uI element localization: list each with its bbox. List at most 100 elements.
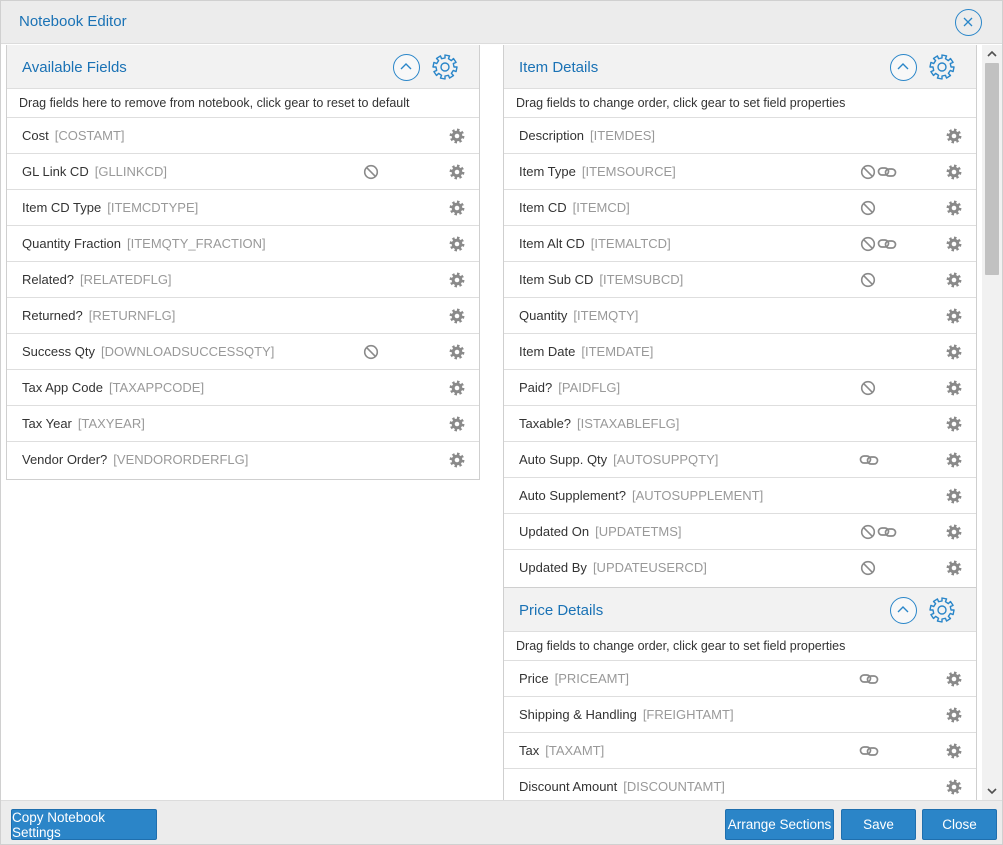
gear-icon[interactable] (946, 779, 962, 795)
vertical-scrollbar[interactable] (982, 45, 1002, 800)
field-code: [DISCOUNTAMT] (623, 779, 725, 794)
field-name: Item Date (519, 344, 576, 359)
field-row[interactable]: Updated On [UPDATETMS] (504, 514, 976, 550)
field-row[interactable]: Returned? [RETURNFLG] (7, 298, 479, 334)
field-code: [PAIDFLG] (558, 380, 621, 395)
field-row[interactable]: Paid? [PAIDFLG] (504, 370, 976, 406)
field-label: Tax [TAXAMT] (519, 743, 604, 758)
field-row[interactable]: Vendor Order? [VENDORORDERFLG] (7, 442, 479, 478)
field-label: Item CD Type [ITEMCDTYPE] (22, 200, 198, 215)
arrange-sections-button[interactable]: Arrange Sections (725, 809, 834, 840)
scroll-up-icon[interactable] (985, 47, 999, 61)
scroll-down-icon[interactable] (985, 784, 999, 798)
field-row[interactable]: GL Link CD [GLLINKCD] (7, 154, 479, 190)
field-row[interactable]: Quantity Fraction [ITEMQTY_FRACTION] (7, 226, 479, 262)
field-name: Related? (22, 272, 75, 287)
close-button[interactable]: Close (922, 809, 997, 840)
gear-icon[interactable] (946, 164, 962, 180)
price-details-settings-gear-icon[interactable] (928, 596, 956, 624)
chevron-up-icon (897, 606, 909, 613)
field-code: [COSTAMT] (54, 128, 125, 143)
field-row[interactable]: Price [PRICEAMT] (504, 661, 976, 697)
gear-icon[interactable] (449, 128, 465, 144)
field-name: Taxable? (519, 416, 572, 431)
field-row[interactable]: Discount Amount [DISCOUNTAMT] (504, 769, 976, 800)
gear-icon[interactable] (449, 200, 465, 216)
field-row[interactable]: Auto Supp. Qty [AUTOSUPPQTY] (504, 442, 976, 478)
gear-icon[interactable] (946, 560, 962, 576)
field-row[interactable]: Taxable? [ISTAXABLEFLG] (504, 406, 976, 442)
scrollbar-thumb[interactable] (985, 63, 999, 275)
field-row[interactable]: Item Sub CD [ITEMSUBCD] (504, 262, 976, 298)
link-icon (877, 527, 897, 537)
gear-icon[interactable] (946, 488, 962, 504)
gear-icon[interactable] (946, 308, 962, 324)
gear-icon[interactable] (946, 380, 962, 396)
field-row[interactable]: Item Alt CD [ITEMALTCD] (504, 226, 976, 262)
gear-icon[interactable] (946, 671, 962, 687)
field-row[interactable]: Tax [TAXAMT] (504, 733, 976, 769)
field-row[interactable]: Item CD [ITEMCD] (504, 190, 976, 226)
gear-icon[interactable] (449, 380, 465, 396)
gear-icon[interactable] (449, 452, 465, 468)
notebook-editor-dialog: Notebook Editor Available Fields Drag fi… (0, 0, 1003, 845)
field-label: Success Qty [DOWNLOADSUCCESSQTY] (22, 344, 274, 359)
gear-icon[interactable] (946, 344, 962, 360)
field-code: [RETURNFLG] (88, 308, 176, 323)
field-row[interactable]: Auto Supplement? [AUTOSUPPLEMENT] (504, 478, 976, 514)
gear-icon[interactable] (946, 200, 962, 216)
gear-icon[interactable] (449, 236, 465, 252)
field-row[interactable]: Quantity [ITEMQTY] (504, 298, 976, 334)
gear-icon[interactable] (449, 164, 465, 180)
item-details-title: Item Details (519, 59, 599, 76)
save-button[interactable]: Save (841, 809, 916, 840)
gear-icon[interactable] (946, 707, 962, 723)
item-details-settings-gear-icon[interactable] (928, 53, 956, 81)
gear-icon[interactable] (946, 272, 962, 288)
field-code: [ITEMDATE] (581, 344, 654, 359)
field-label: Item Alt CD [ITEMALTCD] (519, 236, 671, 251)
field-code: [FREIGHTAMT] (642, 707, 734, 722)
reset-available-gear-icon[interactable] (431, 53, 459, 81)
disabled-icon (860, 380, 876, 396)
field-row[interactable]: Cost [COSTAMT] (7, 118, 479, 154)
gear-icon[interactable] (946, 416, 962, 432)
field-name: Updated By (519, 560, 587, 575)
gear-icon[interactable] (946, 524, 962, 540)
field-row[interactable]: Item CD Type [ITEMCDTYPE] (7, 190, 479, 226)
field-row[interactable]: Description [ITEMDES] (504, 118, 976, 154)
gear-icon[interactable] (946, 743, 962, 759)
field-row[interactable]: Shipping & Handling [FREIGHTAMT] (504, 697, 976, 733)
field-row[interactable]: Updated By [UPDATEUSERCD] (504, 550, 976, 586)
field-name: Auto Supplement? (519, 488, 626, 503)
field-label: Item Sub CD [ITEMSUBCD] (519, 272, 683, 287)
field-code: [RELATEDFLG] (80, 272, 172, 287)
collapse-price-details-button[interactable] (890, 597, 917, 624)
gear-icon[interactable] (946, 452, 962, 468)
gear-icon[interactable] (449, 416, 465, 432)
field-row[interactable]: Related? [RELATEDFLG] (7, 262, 479, 298)
collapse-available-button[interactable] (393, 54, 420, 81)
close-dialog-button[interactable] (955, 9, 982, 36)
gear-icon[interactable] (946, 128, 962, 144)
gear-icon[interactable] (449, 344, 465, 360)
field-label: Related? [RELATEDFLG] (22, 272, 172, 287)
field-code: [VENDORORDERFLG] (113, 452, 249, 467)
available-fields-panel: Available Fields Drag fields here to rem… (6, 45, 480, 480)
field-row[interactable]: Item Type [ITEMSOURCE] (504, 154, 976, 190)
link-icon (859, 674, 879, 684)
gear-icon[interactable] (946, 236, 962, 252)
collapse-item-details-button[interactable] (890, 54, 917, 81)
copy-notebook-settings-button[interactable]: Copy Notebook Settings (11, 809, 157, 840)
gear-icon[interactable] (449, 308, 465, 324)
field-code: [ITEMALTCD] (590, 236, 671, 251)
gear-icon[interactable] (449, 272, 465, 288)
field-label: Paid? [PAIDFLG] (519, 380, 620, 395)
field-code: [ITEMSOURCE] (581, 164, 676, 179)
field-row[interactable]: Success Qty [DOWNLOADSUCCESSQTY] (7, 334, 479, 370)
field-row[interactable]: Tax Year [TAXYEAR] (7, 406, 479, 442)
field-row[interactable]: Tax App Code [TAXAPPCODE] (7, 370, 479, 406)
field-label: Quantity Fraction [ITEMQTY_FRACTION] (22, 236, 266, 251)
field-row[interactable]: Item Date [ITEMDATE] (504, 334, 976, 370)
available-fields-title: Available Fields (22, 59, 127, 76)
